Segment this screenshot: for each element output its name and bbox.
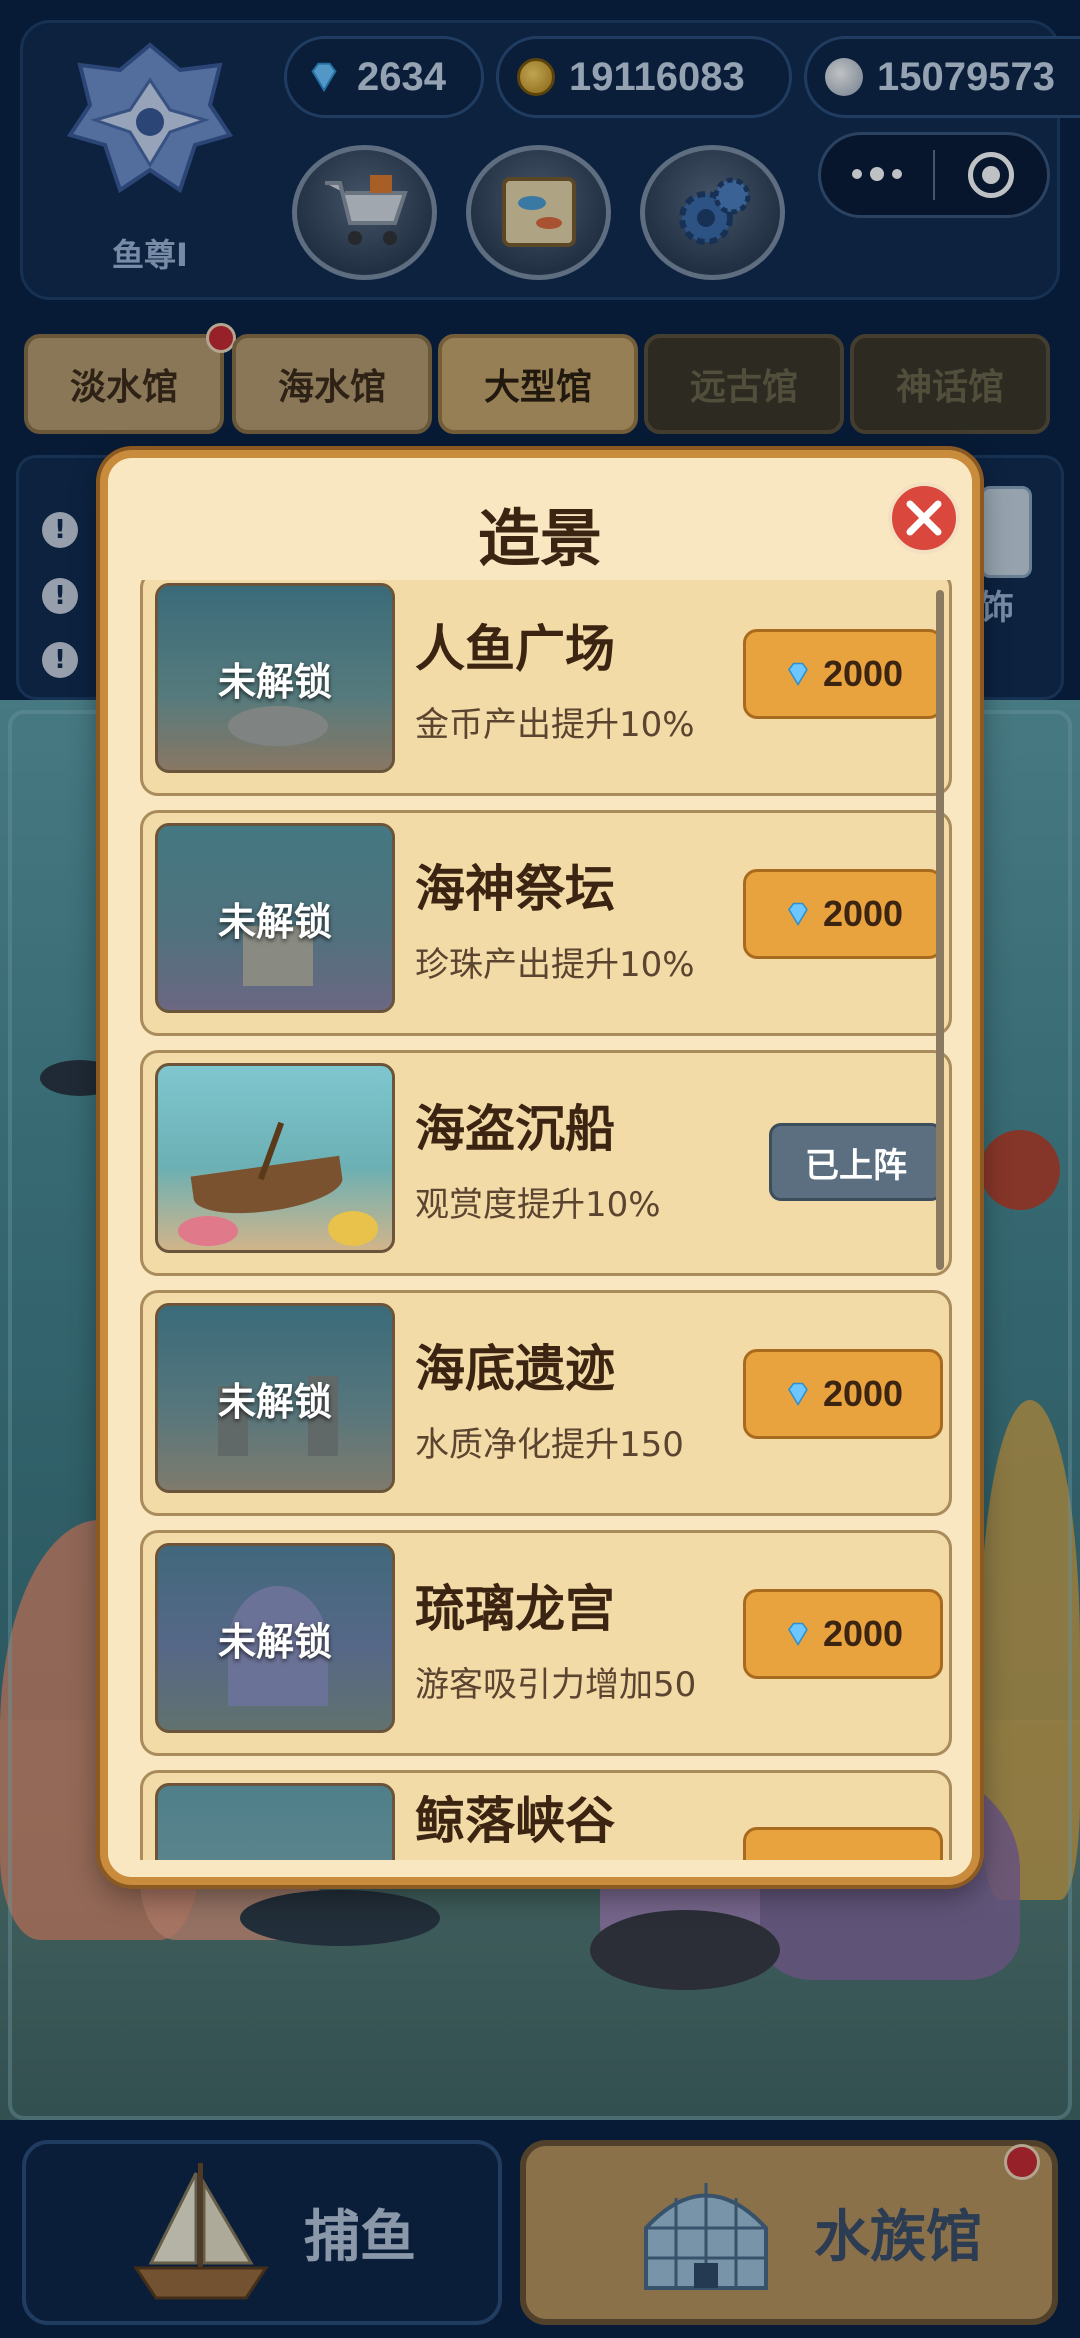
diamond-icon bbox=[788, 1382, 808, 1406]
scenery-desc: 金币产出提升10% bbox=[415, 705, 695, 745]
scenery-item: 未解锁 海底遗迹 水质净化提升150 2000 bbox=[140, 1290, 952, 1516]
buy-button[interactable]: 2000 bbox=[743, 629, 943, 719]
diamond-icon bbox=[788, 1622, 808, 1646]
scenery-item: 鲸落峡谷 bbox=[140, 1770, 952, 1860]
scenery-item: 未解锁 琉璃龙宫 游客吸引力增加50 2000 bbox=[140, 1530, 952, 1756]
modal-title: 造景 bbox=[477, 502, 602, 575]
scenery-thumbnail: 未解锁 bbox=[155, 1543, 395, 1733]
scenery-name: 鲸落峡谷 bbox=[415, 1792, 615, 1850]
locked-overlay: 未解锁 bbox=[158, 1306, 392, 1490]
scenery-modal: 造景 未解锁 人鱼广场 金币产出提升10% 2000 未解锁 海神祭坛 珍珠产出… bbox=[100, 450, 980, 1885]
buy-button[interactable]: 2000 bbox=[743, 1589, 943, 1679]
scenery-thumbnail: 未解锁 bbox=[155, 823, 395, 1013]
scenery-thumbnail bbox=[155, 1783, 395, 1860]
scenery-name: 海盗沉船 bbox=[415, 1100, 615, 1158]
price-value: 2000 bbox=[822, 1613, 904, 1654]
scenery-desc: 珍珠产出提升10% bbox=[415, 945, 695, 985]
close-icon bbox=[906, 500, 942, 536]
close-button[interactable] bbox=[888, 482, 960, 554]
scenery-desc: 观赏度提升10% bbox=[415, 1185, 661, 1225]
buy-button[interactable]: 2000 bbox=[743, 869, 943, 959]
locked-overlay: 未解锁 bbox=[158, 826, 392, 1010]
scenery-item: 未解锁 人鱼广场 金币产出提升10% 2000 bbox=[140, 580, 952, 796]
buy-button[interactable]: 2000 bbox=[743, 1349, 943, 1439]
diamond-icon bbox=[788, 662, 808, 686]
scenery-desc: 游客吸引力增加50 bbox=[415, 1665, 697, 1705]
scenery-item: 未解锁 海神祭坛 珍珠产出提升10% 2000 bbox=[140, 810, 952, 1036]
scenery-thumbnail bbox=[155, 1063, 395, 1253]
scenery-desc: 水质净化提升150 bbox=[415, 1425, 684, 1465]
scenery-name: 人鱼广场 bbox=[415, 620, 615, 678]
deployed-status-button[interactable]: 已上阵 bbox=[769, 1123, 943, 1201]
scenery-thumbnail: 未解锁 bbox=[155, 1303, 395, 1493]
locked-overlay: 未解锁 bbox=[158, 1546, 392, 1730]
scenery-name: 琉璃龙宫 bbox=[415, 1580, 615, 1638]
price-value: 2000 bbox=[822, 893, 904, 934]
locked-overlay: 未解锁 bbox=[158, 586, 392, 770]
buy-button[interactable] bbox=[743, 1827, 943, 1860]
scenery-list[interactable]: 未解锁 人鱼广场 金币产出提升10% 2000 未解锁 海神祭坛 珍珠产出提升1… bbox=[128, 580, 968, 1860]
price-value: 2000 bbox=[822, 653, 904, 694]
scenery-name: 海神祭坛 bbox=[415, 860, 615, 918]
scenery-thumbnail: 未解锁 bbox=[155, 583, 395, 773]
scenery-name: 海底遗迹 bbox=[415, 1340, 615, 1398]
list-scrollbar[interactable] bbox=[936, 590, 944, 1270]
price-value: 2000 bbox=[822, 1373, 904, 1414]
deployed-label: 已上阵 bbox=[805, 1145, 907, 1186]
scenery-item: 海盗沉船 观赏度提升10% 已上阵 bbox=[140, 1050, 952, 1276]
diamond-icon bbox=[788, 902, 808, 926]
